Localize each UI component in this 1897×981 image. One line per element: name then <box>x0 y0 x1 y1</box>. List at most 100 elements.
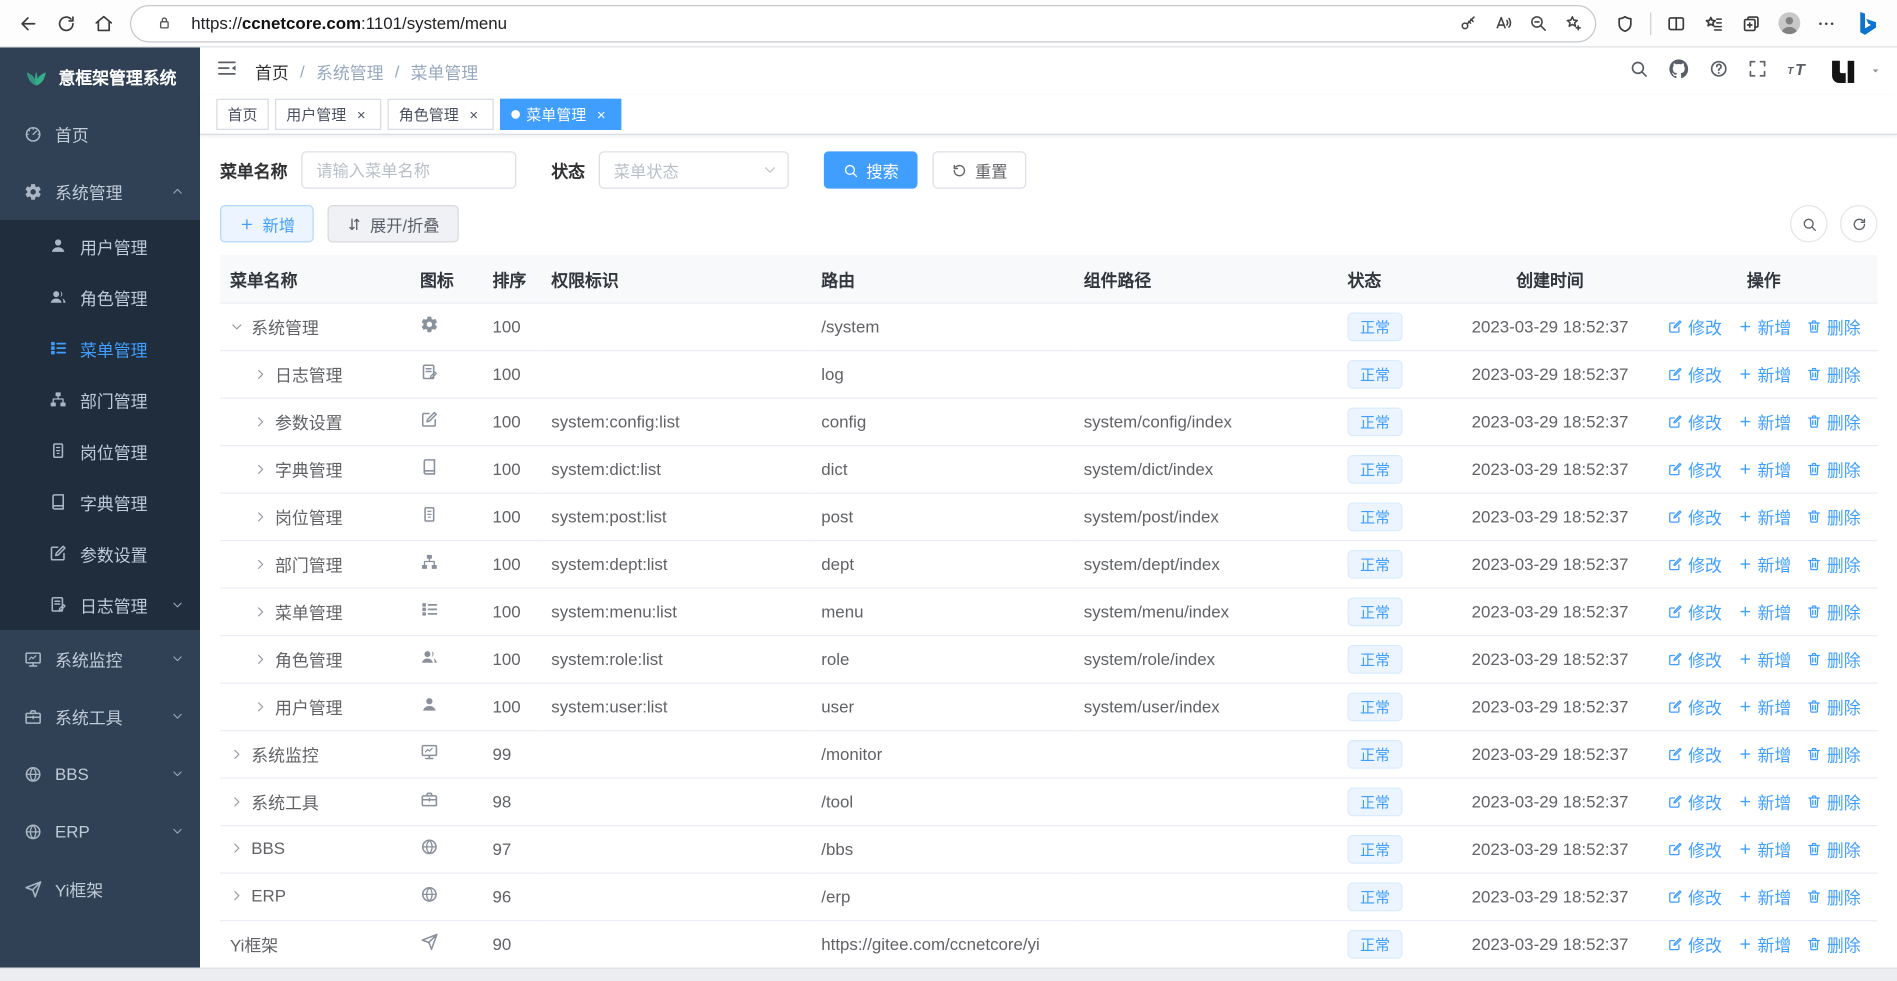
sidebar-item-参数设置[interactable]: 参数设置 <box>0 528 200 579</box>
add-link[interactable]: 新增 <box>1737 931 1791 956</box>
close-icon[interactable]: × <box>353 106 371 124</box>
expand-row-icon[interactable] <box>254 462 268 476</box>
zoom-out-icon[interactable] <box>1520 7 1555 40</box>
add-link[interactable]: 新增 <box>1737 314 1791 339</box>
key-icon[interactable] <box>1450 7 1485 40</box>
edit-link[interactable]: 修改 <box>1668 646 1722 671</box>
edit-link[interactable]: 修改 <box>1668 599 1722 624</box>
add-link[interactable]: 新增 <box>1737 504 1791 529</box>
edit-link[interactable]: 修改 <box>1668 314 1722 339</box>
home-icon[interactable] <box>85 4 123 42</box>
expand-collapse-button[interactable]: 展开/折叠 <box>327 205 459 243</box>
collections-icon[interactable] <box>1733 4 1771 42</box>
bing-icon[interactable] <box>1848 3 1888 43</box>
reload-icon[interactable] <box>48 4 86 42</box>
refresh-circle-icon[interactable] <box>1840 205 1878 243</box>
profile-avatar[interactable] <box>1770 4 1808 42</box>
caret-down-icon[interactable] <box>1870 64 1881 78</box>
edit-link[interactable]: 修改 <box>1668 789 1722 814</box>
expand-row-icon[interactable] <box>254 604 268 618</box>
add-link[interactable]: 新增 <box>1737 694 1791 719</box>
edit-link[interactable]: 修改 <box>1668 361 1722 386</box>
sidebar-item-字典管理[interactable]: 字典管理 <box>0 476 200 527</box>
sidebar-item-BBS[interactable]: BBS <box>0 745 200 803</box>
search-circle-icon[interactable] <box>1790 205 1828 243</box>
delete-link[interactable]: 删除 <box>1806 551 1861 576</box>
expand-row-icon[interactable] <box>230 841 244 855</box>
edit-link[interactable]: 修改 <box>1668 836 1722 861</box>
user-avatar[interactable] <box>1828 56 1859 87</box>
sidebar-item-日志管理[interactable]: 日志管理 <box>0 579 200 630</box>
expand-row-icon[interactable] <box>254 509 268 523</box>
reset-button[interactable]: 重置 <box>932 151 1027 189</box>
sidebar-item-首页[interactable]: 首页 <box>0 105 200 163</box>
delete-link[interactable]: 删除 <box>1806 361 1861 386</box>
add-link[interactable]: 新增 <box>1737 836 1791 861</box>
search-icon[interactable] <box>1629 58 1649 84</box>
expand-row-icon[interactable] <box>254 652 268 666</box>
delete-link[interactable]: 删除 <box>1806 789 1861 814</box>
expand-row-icon[interactable] <box>254 414 268 428</box>
fullscreen-icon[interactable] <box>1748 58 1768 84</box>
expand-row-icon[interactable] <box>230 889 244 903</box>
sidebar-toggle-icon[interactable] <box>216 58 237 86</box>
expand-row-icon[interactable] <box>230 794 244 808</box>
delete-link[interactable]: 删除 <box>1806 409 1861 434</box>
expand-row-icon[interactable] <box>254 367 268 381</box>
back-icon[interactable] <box>10 4 48 42</box>
page-scrollbar[interactable] <box>0 967 1897 981</box>
delete-link[interactable]: 删除 <box>1806 599 1861 624</box>
edit-link[interactable]: 修改 <box>1668 551 1722 576</box>
delete-link[interactable]: 删除 <box>1806 836 1861 861</box>
expand-row-icon[interactable] <box>254 557 268 571</box>
add-link[interactable]: 新增 <box>1737 884 1791 909</box>
close-icon[interactable]: × <box>593 106 611 124</box>
add-link[interactable]: 新增 <box>1737 741 1791 766</box>
delete-link[interactable]: 删除 <box>1806 694 1861 719</box>
add-link[interactable]: 新增 <box>1737 551 1791 576</box>
sidebar-item-用户管理[interactable]: 用户管理 <box>0 220 200 271</box>
tab-菜单管理[interactable]: 菜单管理 × <box>500 98 622 130</box>
delete-link[interactable]: 删除 <box>1806 456 1861 481</box>
collapse-row-icon[interactable] <box>230 319 244 333</box>
question-icon[interactable] <box>1709 58 1729 84</box>
split-screen-icon[interactable] <box>1658 4 1696 42</box>
sidebar-item-Yi框架[interactable]: Yi框架 <box>0 860 200 918</box>
github-icon[interactable] <box>1668 57 1691 86</box>
sidebar-item-系统管理[interactable]: 系统管理 <box>0 163 200 221</box>
close-icon[interactable]: × <box>465 106 483 124</box>
more-icon[interactable] <box>1808 4 1846 42</box>
status-select[interactable]: 菜单状态 <box>598 151 789 189</box>
delete-link[interactable]: 删除 <box>1806 504 1861 529</box>
edit-link[interactable]: 修改 <box>1668 409 1722 434</box>
sidebar-item-ERP[interactable]: ERP <box>0 803 200 861</box>
address-bar[interactable]: https://ccnetcore.com:1101/system/menu <box>130 4 1597 42</box>
sidebar-item-系统工具[interactable]: 系统工具 <box>0 688 200 746</box>
edit-link[interactable]: 修改 <box>1668 741 1722 766</box>
add-link[interactable]: 新增 <box>1737 409 1791 434</box>
favorites-bar-icon[interactable] <box>1695 4 1733 42</box>
lock-icon[interactable] <box>146 7 181 40</box>
add-link[interactable]: 新增 <box>1737 361 1791 386</box>
delete-link[interactable]: 删除 <box>1806 741 1861 766</box>
edit-link[interactable]: 修改 <box>1668 931 1722 956</box>
sidebar-item-角色管理[interactable]: 角色管理 <box>0 271 200 322</box>
edit-link[interactable]: 修改 <box>1668 884 1722 909</box>
edit-link[interactable]: 修改 <box>1668 694 1722 719</box>
expand-row-icon[interactable] <box>254 699 268 713</box>
app-logo[interactable]: 意框架管理系统 <box>0 48 200 106</box>
delete-link[interactable]: 删除 <box>1806 931 1861 956</box>
add-link[interactable]: 新增 <box>1737 599 1791 624</box>
browser-essentials-icon[interactable] <box>1606 4 1644 42</box>
edit-link[interactable]: 修改 <box>1668 456 1722 481</box>
sidebar-item-岗位管理[interactable]: 岗位管理 <box>0 425 200 476</box>
sidebar-item-菜单管理[interactable]: 菜单管理 <box>0 323 200 374</box>
add-link[interactable]: 新增 <box>1737 456 1791 481</box>
favorite-add-icon[interactable] <box>1555 7 1590 40</box>
tab-角色管理[interactable]: 角色管理 × <box>387 98 494 130</box>
breadcrumb-system[interactable]: 系统管理 <box>316 59 384 84</box>
add-button[interactable]: 新增 <box>220 205 314 243</box>
text-size-icon[interactable]: TT <box>1786 57 1809 86</box>
delete-link[interactable]: 删除 <box>1806 884 1861 909</box>
tab-首页[interactable]: 首页 <box>216 98 269 130</box>
